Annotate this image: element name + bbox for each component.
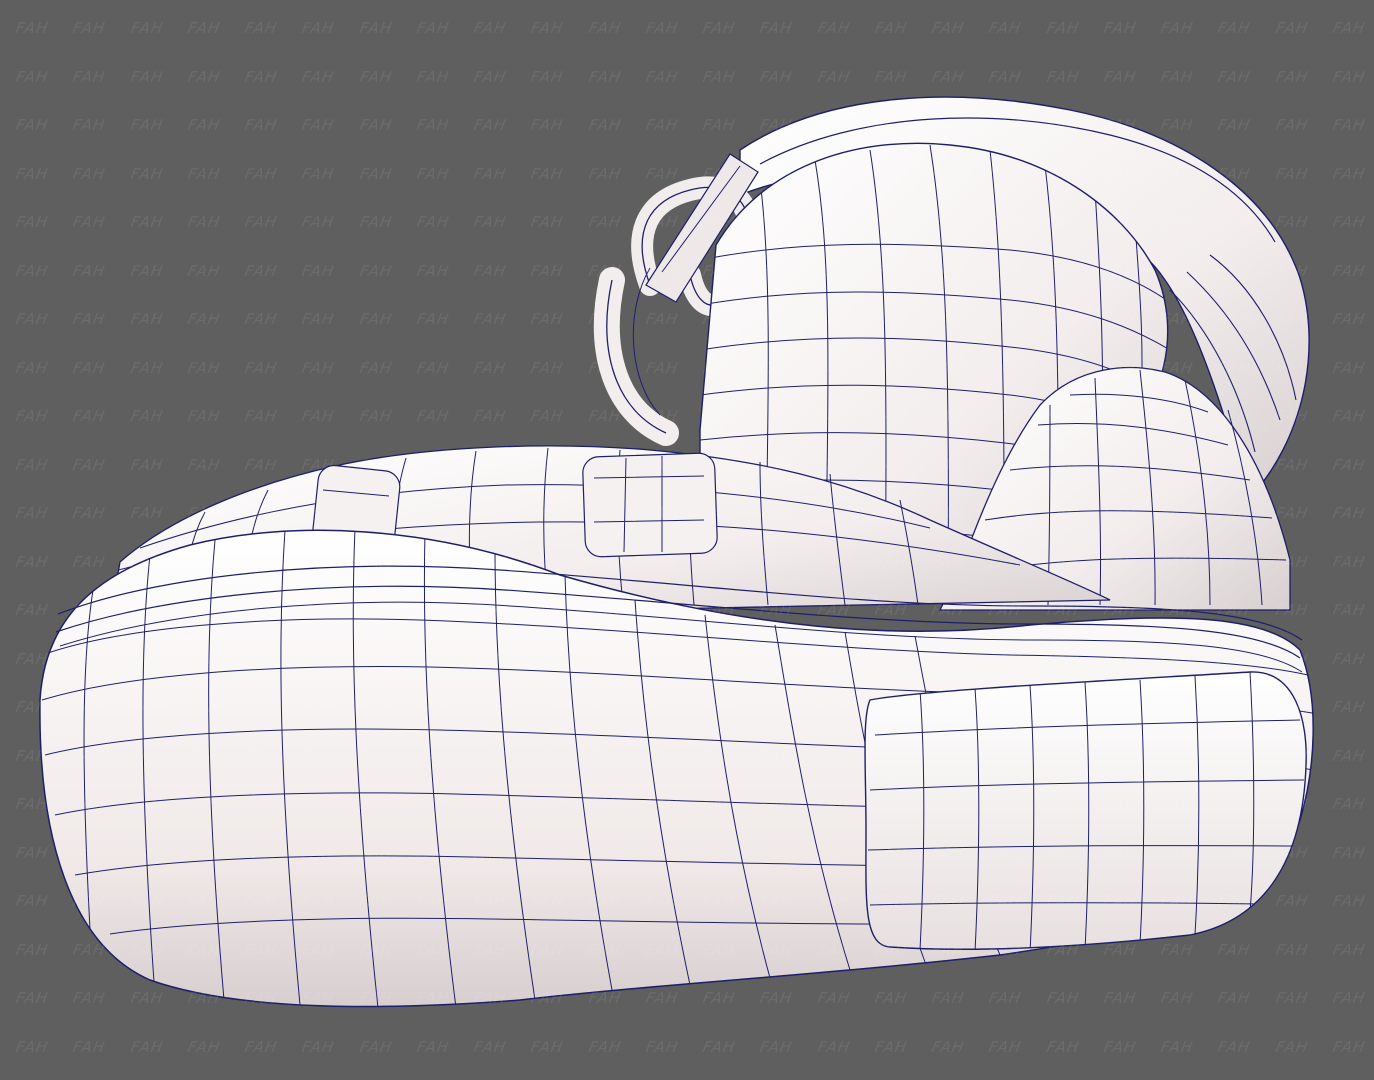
strap-buckle-right[interactable] <box>582 452 718 558</box>
heel-block[interactable] <box>864 671 1307 950</box>
3d-viewport[interactable]: FAH FAH FAH FAH FAH FAH FAH FAH FAH FAH FAH FAH FAH F… <box>0 0 1374 1080</box>
boot-main-body[interactable] <box>39 96 1314 1008</box>
boot-wireframe-model[interactable] <box>0 0 1374 1080</box>
